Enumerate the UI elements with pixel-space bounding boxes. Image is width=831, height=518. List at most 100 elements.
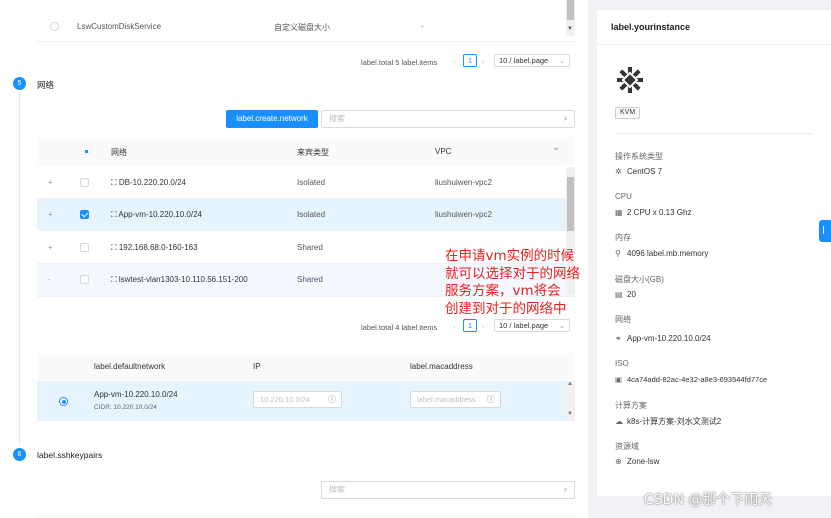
annotation-line-2: 就可以选择对于的网络 xyxy=(445,265,580,282)
memory-value-text: 4096 label.mb.memory xyxy=(627,249,709,258)
sshkey-search-input[interactable]: 搜索 ⌕ xyxy=(321,481,575,499)
watermark: CSDN @那个下雨天 xyxy=(644,492,773,508)
network-type: Shared xyxy=(297,275,323,284)
network-node-icon: ⛶ xyxy=(111,275,117,284)
chevron-down-icon: ⌄ xyxy=(558,56,565,65)
panel-divider xyxy=(615,133,813,134)
service-table-scrollbar[interactable]: ▼ xyxy=(566,0,575,36)
scroll-down-icon[interactable]: ▼ xyxy=(567,26,573,32)
annotation-line-3: 服务方案，vm将会 xyxy=(445,283,561,299)
default-network-row[interactable]: App-vm-10.220.10.0/24 CIDR: 10.220.10.0/… xyxy=(37,381,575,421)
page-1-button[interactable]: 1 xyxy=(463,54,477,67)
network-name: ⛶ DB-10.220.20.0/24 xyxy=(111,178,186,188)
col-mac: label.macaddress xyxy=(410,362,473,371)
step-5-indicator: 5 xyxy=(13,77,26,90)
col-network[interactable]: 网络 xyxy=(111,147,127,158)
network-search-input[interactable]: 搜索 ⌕ xyxy=(321,110,575,128)
page-size-value: 10 / label.page xyxy=(499,321,549,330)
prev-page-icon[interactable]: ‹ xyxy=(453,57,456,66)
pagination-total: label.total 5 label.items xyxy=(361,58,438,67)
network-checkbox[interactable] xyxy=(80,178,89,187)
network-row[interactable]: + ⛶ DB-10.220.20.0/24 Isolated liushuiwe… xyxy=(37,167,575,199)
page-size-select[interactable]: 10 / label.page ⌄ xyxy=(494,54,570,67)
memory-value: ⚲ 4096 label.mb.memory xyxy=(615,249,708,258)
side-drawer-tab[interactable] xyxy=(819,220,831,242)
cpu-value: ▦ 2 CPU x 0.13 Ghz xyxy=(615,208,691,217)
iso-label: ISO xyxy=(615,359,629,368)
mac-address-input[interactable]: label.macaddress ⓘ xyxy=(410,391,501,408)
info-icon[interactable]: ⓘ xyxy=(487,394,495,405)
offering-value-text: k8s-计算方案-刘水文测试2 xyxy=(627,417,722,426)
ip-placeholder: 10.220.10.0/24 xyxy=(260,395,311,404)
create-network-button[interactable]: label.create.network xyxy=(226,110,318,128)
offering-value: ☁ k8s-计算方案-刘水文测试2 xyxy=(615,416,721,427)
page-size-value: 10 / label.page xyxy=(499,56,549,65)
cpu-label: CPU xyxy=(615,192,632,201)
col-vpc[interactable]: VPC xyxy=(435,147,451,156)
red-annotation: 在申请vm实例的时候 就可以选择对于的网络 服务方案，vm将会 创建到对于的网络… xyxy=(445,248,580,318)
scrollbar-thumb[interactable] xyxy=(567,177,574,231)
centos-logo-icon xyxy=(615,65,645,97)
search-placeholder: 搜索 xyxy=(329,114,345,123)
service-radio[interactable] xyxy=(50,22,59,31)
network-name: ⛶ lswtest-vlan1303-10.110.56.151-200 xyxy=(111,275,248,285)
search-placeholder: 搜索 xyxy=(329,485,345,494)
page-1-button[interactable]: 1 xyxy=(463,319,477,332)
network-value: ⚭ App-vm-10.220.10.0/24 xyxy=(615,334,711,343)
service-name: LswCustomDiskService xyxy=(77,22,162,31)
drawer-handle-icon xyxy=(823,226,827,234)
network-name: ⛶ 192.168.68.0-160-163 xyxy=(111,243,198,253)
step-5-title: 网络 xyxy=(37,80,55,90)
mac-placeholder: label.macaddress xyxy=(417,395,476,404)
memory-label: 内存 xyxy=(615,233,631,242)
page-size-select[interactable]: 10 / label.page ⌄ xyxy=(494,319,570,332)
scrollbar-thumb[interactable] xyxy=(567,0,574,20)
disk-icon: ▤ xyxy=(615,290,623,299)
gear-icon: ✲ xyxy=(615,167,622,176)
iso-value: ▣ 4ca74add-82ac-4e32-a8e3-693544fd77ce xyxy=(615,375,767,384)
info-icon[interactable]: ⓘ xyxy=(328,394,336,405)
network-checkbox[interactable] xyxy=(80,243,89,252)
default-network-header: label.defaultnetwork IP label.macaddress xyxy=(37,353,575,380)
next-page-icon[interactable]: › xyxy=(482,57,485,66)
network-name-text: lswtest-vlan1303-10.110.56.151-200 xyxy=(118,275,248,284)
search-icon[interactable]: ⌕ xyxy=(564,111,568,127)
default-network-radio[interactable] xyxy=(59,397,68,406)
globe-icon: ⊕ xyxy=(615,457,622,466)
network-name-text: 192.168.68.0-160-163 xyxy=(118,243,198,252)
expand-icon[interactable]: + xyxy=(48,243,53,252)
network-type: Isolated xyxy=(297,210,326,219)
scroll-up-icon[interactable]: ▲ xyxy=(567,381,573,387)
network-checkbox-checked[interactable] xyxy=(80,210,89,219)
col-ip: IP xyxy=(253,362,261,371)
ip-address-input[interactable]: 10.220.10.0/24 ⓘ xyxy=(253,391,342,408)
sshkey-table-header xyxy=(37,514,575,518)
default-network-cidr: CIDR: 10.220.10.0/24 xyxy=(94,404,157,411)
prev-page-icon[interactable]: ‹ xyxy=(453,322,456,331)
search-icon[interactable]: ⌕ xyxy=(564,482,568,498)
chevron-down-icon: ⌄ xyxy=(558,321,565,330)
network-row-selected[interactable]: + ⛶ App-vm-10.220.10.0/24 Isolated liush… xyxy=(37,199,575,231)
expand-icon[interactable]: + xyxy=(48,178,53,187)
network-checkbox[interactable] xyxy=(80,275,89,284)
panel-divider xyxy=(597,44,831,45)
select-all-checkbox[interactable] xyxy=(82,147,91,156)
network-node-icon: ⛶ xyxy=(111,178,117,187)
zone-label: 资源域 xyxy=(615,442,639,451)
network-node-icon: ⛶ xyxy=(111,210,117,219)
step-6-indicator: 6 xyxy=(13,448,26,461)
network-name-text: DB-10.220.20.0/24 xyxy=(118,178,187,187)
pagination-total: label.total 4 label.items xyxy=(361,323,438,332)
next-page-icon[interactable]: › xyxy=(482,322,485,331)
stepper-line xyxy=(19,92,20,446)
col-guest-type[interactable]: 来宾类型 xyxy=(297,147,329,158)
os-value: ✲ CentOS 7 xyxy=(615,167,662,176)
hypervisor-badge: KVM xyxy=(615,107,641,119)
image-icon: ▣ xyxy=(615,375,623,384)
default-network-scrollbar[interactable]: ▲ ▼ xyxy=(566,381,575,421)
disk-label: 磁盘大小(GB) xyxy=(615,275,664,284)
expand-icon[interactable]: + xyxy=(48,210,53,219)
collapse-icon[interactable]: - xyxy=(48,275,51,284)
scroll-down-icon[interactable]: ▼ xyxy=(567,411,573,417)
filter-icon[interactable]: ⏷ xyxy=(553,145,559,155)
